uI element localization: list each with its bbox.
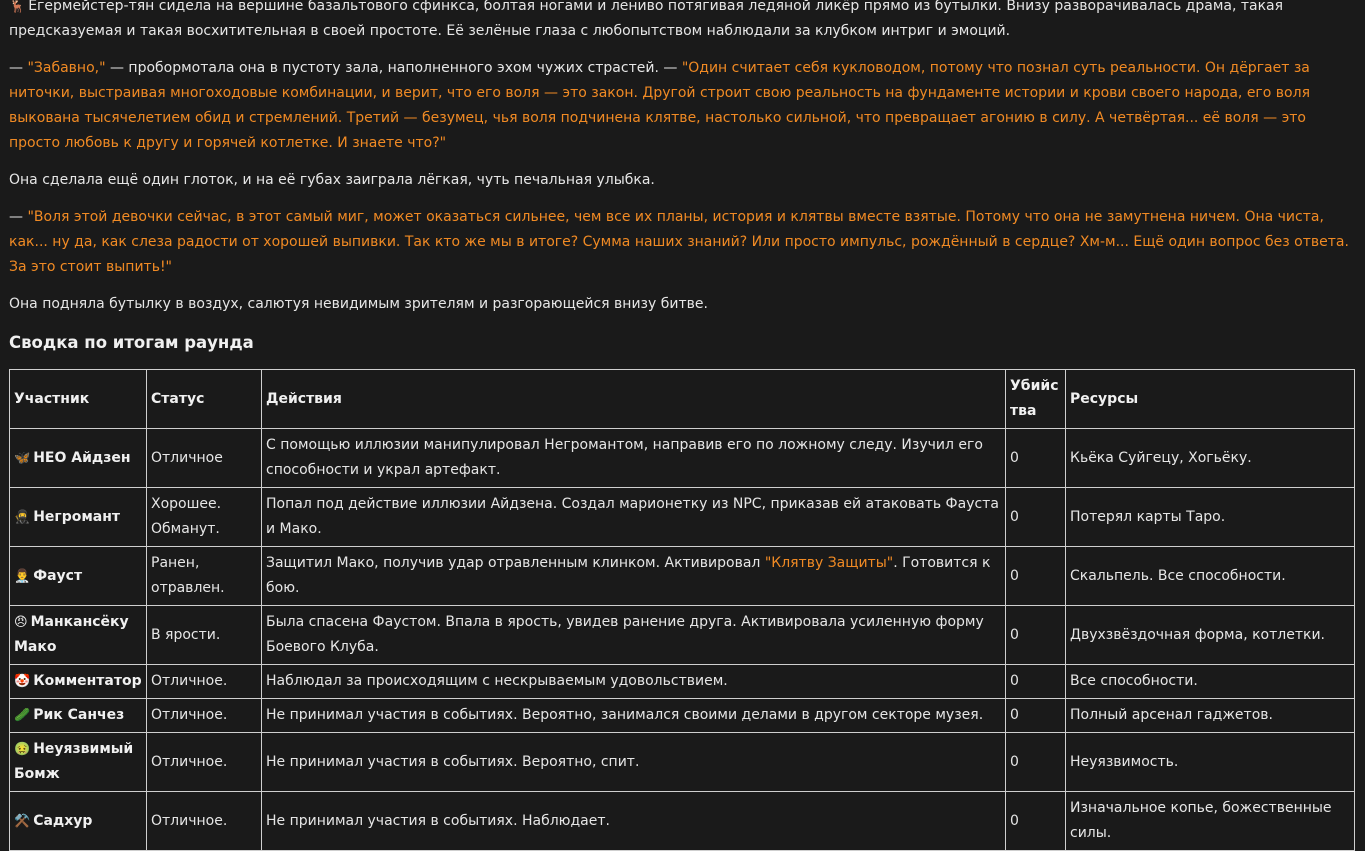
table-row: 😠 Манкансёку Мако В ярости. Была спасена … — [9, 605, 1355, 665]
participant-status: Отличное — [146, 428, 262, 488]
quote-zabavno: "Забавно," — [27, 60, 106, 76]
chat-message-body: 🦌 Егермейстер-тян сидела на вершине базал… — [9, 0, 1357, 851]
table-row: 🥷 Негромант Хорошее. Обманут. Попал под д… — [9, 487, 1355, 547]
participant-resources: Двухзвёздочная форма, котлетки. — [1065, 605, 1355, 665]
story-paragraph-2: — "Забавно," — пробормотала она в пустот… — [9, 56, 1357, 156]
header-kills: Убийства — [1005, 369, 1066, 429]
participant-kills: 0 — [1005, 428, 1066, 488]
participant-kills: 0 — [1005, 605, 1066, 665]
participant-actions: Не принимал участия в событиях. Вероятно… — [261, 698, 1006, 733]
participant-status: Отличное. — [146, 732, 262, 792]
story-text-1: Егермейстер-тян сидела на вершине базаль… — [9, 0, 1284, 39]
participant-status: В ярости. — [146, 605, 262, 665]
participant-status: Ранен, отравлен. — [146, 546, 262, 606]
story-paragraph-3: Она сделала ещё один глоток, и на её губ… — [9, 172, 655, 188]
participant-name-text: Фауст — [33, 567, 83, 584]
actions-text: Защитил Мако, получив удар отравленным к… — [266, 555, 765, 571]
story-narration: — пробормотала она в пустоту зала, напол… — [105, 60, 682, 76]
participant-actions: Не принимал участия в событиях. Наблюдае… — [261, 791, 1006, 851]
angry-face-icon: 😠 — [14, 615, 28, 630]
participant-kills: 0 — [1005, 487, 1066, 547]
participant-kills: 0 — [1005, 698, 1066, 733]
doctor-icon: 👨‍⚕️ — [14, 568, 31, 584]
participant-name-text: Манкансёку Мако — [14, 614, 129, 655]
participant-status: Отличное. — [146, 791, 262, 851]
table-row: 🦋 НЕО Айдзен Отличное С помощью иллюзии м… — [9, 428, 1355, 488]
participant-resources: Полный арсенал гаджетов. — [1065, 698, 1355, 733]
table-row: 👨‍⚕️ Фауст Ранен, отравлен. Защитил Мако,… — [9, 546, 1355, 606]
clown-icon: 🤡 — [14, 674, 31, 689]
participant-kills: 0 — [1005, 732, 1066, 792]
participant-status: Хорошее. Обманут. — [146, 487, 262, 547]
summary-table: Участник Статус Действия Убийства Ресурс… — [9, 369, 1355, 851]
participant-name: 🥷 Негромант — [9, 487, 147, 547]
participant-resources: Все способности. — [1065, 664, 1355, 699]
participant-name-text: Комментатор — [33, 673, 142, 689]
participant-resources: Скальпель. Все способности. — [1065, 546, 1355, 606]
quote-will: "Воля этой девочки сейчас, в этот самый … — [9, 209, 1349, 275]
butterfly-icon: 🦋 — [14, 450, 31, 466]
dash: — — [9, 209, 28, 225]
participant-resources: Изначальное копье, божественные силы. — [1065, 791, 1355, 851]
table-header-row: Участник Статус Действия Убийства Ресурс… — [9, 369, 1355, 429]
nauseated-face-icon: 🤢 — [14, 742, 31, 757]
participant-actions: С помощью иллюзии манипулировал Негроман… — [261, 428, 1006, 488]
story-paragraph-1: 🦌 Егермейстер-тян сидела на вершине базал… — [9, 0, 1357, 44]
participant-name: ⚒️ Садхур — [9, 791, 147, 851]
table-row: 🤢 Неуязвимый Бомж Отличное. Не принимал у… — [9, 732, 1355, 792]
participant-name: 🤢 Неуязвимый Бомж — [9, 732, 147, 792]
summary-heading: Сводка по итогам раунда — [9, 333, 254, 352]
story-paragraph-5: Она подняла бутылку в воздух, салютуя не… — [9, 296, 708, 312]
participant-name: 🥒 Рик Санчез — [9, 698, 147, 733]
participant-kills: 0 — [1005, 546, 1066, 606]
table-row: ⚒️ Садхур Отличное. Не принимал участия в… — [9, 791, 1355, 851]
header-actions: Действия — [261, 369, 1006, 429]
deer-icon: 🦌 — [9, 0, 26, 14]
participant-status: Отличное. — [146, 664, 262, 699]
table-row: 🤡 Комментатор Отличное. Наблюдал за проис… — [9, 664, 1355, 699]
participant-actions: Защитил Мако, получив удар отравленным к… — [261, 546, 1006, 606]
participant-resources: Потерял карты Таро. — [1065, 487, 1355, 547]
participant-resources: Неуязвимость. — [1065, 732, 1355, 792]
participant-actions: Наблюдал за происходящим с нескрываемым … — [261, 664, 1006, 699]
cucumber-icon: 🥒 — [14, 708, 31, 723]
participant-name: 😠 Манкансёку Мако — [9, 605, 147, 665]
participant-name-text: Рик Санчез — [33, 707, 125, 723]
header-resources: Ресурсы — [1065, 369, 1355, 429]
participant-name-text: Неуязвимый Бомж — [14, 741, 134, 782]
participant-name: 👨‍⚕️ Фауст — [9, 546, 147, 606]
dash: — — [9, 60, 28, 76]
story-paragraph-4: — "Воля этой девочки сейчас, в этот самы… — [9, 205, 1357, 280]
actions-highlight: "Клятву Защиты" — [764, 555, 894, 571]
participant-actions: Была спасена Фаустом. Впала в ярость, ув… — [261, 605, 1006, 665]
participant-name-text: НЕО Айдзен — [33, 449, 131, 466]
header-participant: Участник — [9, 369, 147, 429]
participant-name: 🤡 Комментатор — [9, 664, 147, 699]
participant-status: Отличное. — [146, 698, 262, 733]
participant-actions: Попал под действие иллюзии Айдзена. Созд… — [261, 487, 1006, 547]
participant-kills: 0 — [1005, 791, 1066, 851]
participant-name-text: Негромант — [33, 508, 121, 525]
participant-actions: Не принимал участия в событиях. Вероятно… — [261, 732, 1006, 792]
participant-kills: 0 — [1005, 664, 1066, 699]
header-status: Статус — [146, 369, 262, 429]
table-row: 🥒 Рик Санчез Отличное. Не принимал участи… — [9, 698, 1355, 733]
hammer-pick-icon: ⚒️ — [14, 813, 31, 829]
participant-resources: Кьёка Суйгецу, Хогьёку. — [1065, 428, 1355, 488]
participant-name: 🦋 НЕО Айдзен — [9, 428, 147, 488]
ninja-icon: 🥷 — [14, 509, 31, 525]
participant-name-text: Садхур — [33, 812, 93, 829]
